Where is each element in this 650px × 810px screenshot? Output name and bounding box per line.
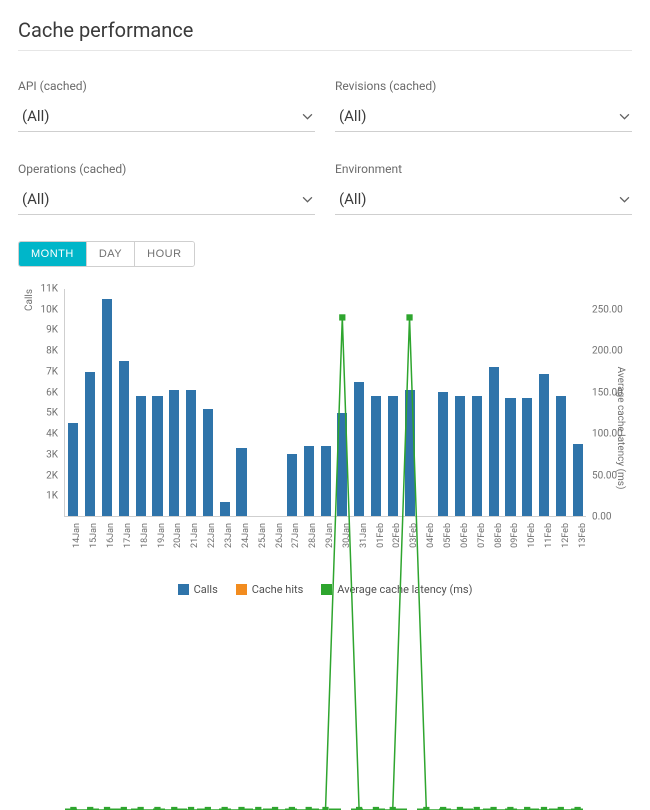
range-hour-button[interactable]: HOUR bbox=[135, 242, 193, 266]
chevron-down-icon bbox=[302, 194, 313, 205]
y-right-tick: 150.00 bbox=[592, 387, 628, 398]
y-left-tick: 2K bbox=[22, 470, 58, 481]
range-toggle: MONTH DAY HOUR bbox=[18, 241, 195, 267]
filter-operations-value: (All) bbox=[22, 190, 49, 208]
filter-api-value: (All) bbox=[22, 107, 49, 125]
filter-environment-label: Environment bbox=[335, 162, 632, 176]
filter-api-label: API (cached) bbox=[18, 79, 315, 93]
x-tick-label: 13Feb bbox=[578, 523, 588, 548]
filter-environment-value: (All) bbox=[339, 190, 366, 208]
y-left-tick: 6K bbox=[22, 387, 58, 398]
filter-revisions-value: (All) bbox=[339, 107, 366, 125]
y-right-tick: 50.00 bbox=[592, 470, 628, 481]
filter-operations: Operations (cached) (All) bbox=[18, 162, 315, 215]
range-day-button[interactable]: DAY bbox=[87, 242, 135, 266]
chevron-down-icon bbox=[619, 194, 630, 205]
y-left-tick: 8K bbox=[22, 346, 58, 357]
filter-environment: Environment (All) bbox=[335, 162, 632, 215]
chevron-down-icon bbox=[619, 111, 630, 122]
y-axis-left-ticks: 1K2K3K4K5K6K7K8K9K10K11K bbox=[22, 289, 62, 517]
range-month-button[interactable]: MONTH bbox=[19, 242, 87, 266]
y-left-tick: 3K bbox=[22, 449, 58, 460]
filter-revisions: Revisions (cached) (All) bbox=[335, 79, 632, 132]
y-right-tick: 0.00 bbox=[592, 512, 628, 523]
filter-revisions-label: Revisions (cached) bbox=[335, 79, 632, 93]
filter-operations-label: Operations (cached) bbox=[18, 162, 315, 176]
page-title: Cache performance bbox=[18, 18, 632, 51]
y-left-tick: 10K bbox=[22, 304, 58, 315]
y-right-tick: 100.00 bbox=[592, 429, 628, 440]
y-left-tick: 7K bbox=[22, 366, 58, 377]
filter-api-select[interactable]: (All) bbox=[18, 103, 315, 132]
filter-revisions-select[interactable]: (All) bbox=[335, 103, 632, 132]
filter-operations-select[interactable]: (All) bbox=[18, 186, 315, 215]
latency-marker[interactable] bbox=[406, 314, 412, 320]
filter-environment-select[interactable]: (All) bbox=[335, 186, 632, 215]
latency-marker[interactable] bbox=[339, 314, 345, 320]
y-left-tick: 11K bbox=[22, 284, 58, 295]
filter-api: API (cached) (All) bbox=[18, 79, 315, 132]
filters-grid: API (cached) (All) Revisions (cached) (A… bbox=[18, 79, 632, 215]
y-axis-right-ticks: 0.0050.00100.00150.00200.00250.00 bbox=[588, 289, 628, 517]
chart: Calls Average cache latency (ms) 1K2K3K4… bbox=[18, 283, 632, 596]
y-left-tick: 9K bbox=[22, 325, 58, 336]
y-left-tick: 1K bbox=[22, 491, 58, 502]
y-left-tick: 5K bbox=[22, 408, 58, 419]
y-left-tick: 4K bbox=[22, 429, 58, 440]
y-right-tick: 200.00 bbox=[592, 346, 628, 357]
y-right-tick: 250.00 bbox=[592, 304, 628, 315]
x-axis-labels: 14Jan15Jan16Jan17Jan18Jan19Jan20Jan21Jan… bbox=[64, 519, 586, 573]
plot-area bbox=[64, 289, 586, 517]
chevron-down-icon bbox=[302, 111, 313, 122]
